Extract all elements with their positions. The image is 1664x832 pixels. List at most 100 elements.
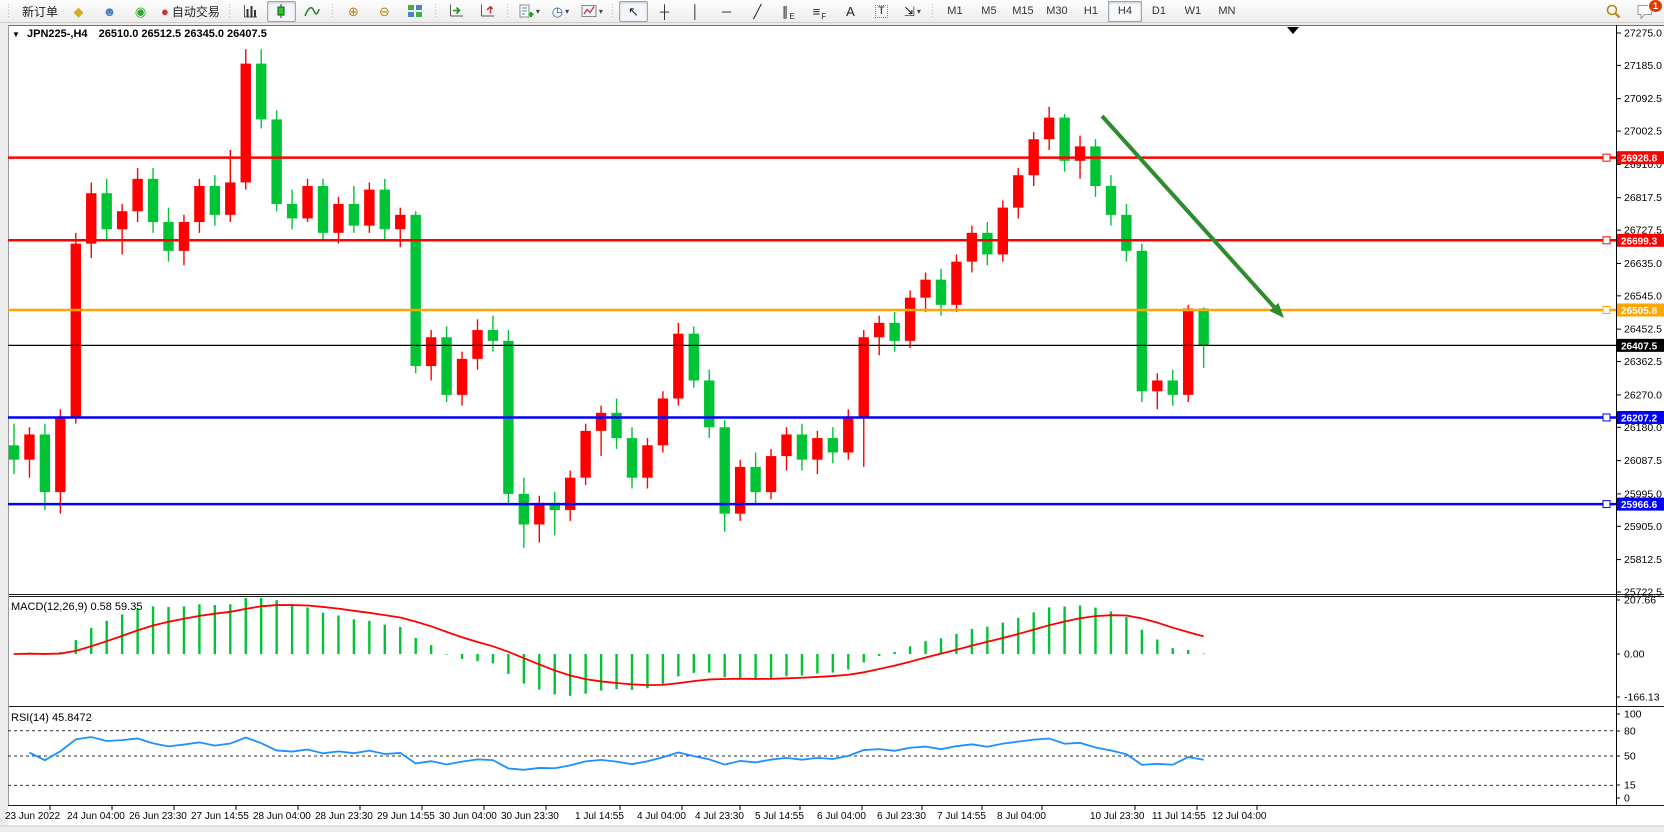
level-handle[interactable] [1603, 154, 1610, 161]
candle [86, 193, 96, 243]
candle [210, 186, 220, 215]
timeframe-h4-button[interactable]: H4 [1108, 1, 1142, 22]
svg-text:26270.0: 26270.0 [1624, 389, 1662, 401]
svg-text:30 Jun 04:00: 30 Jun 04:00 [439, 811, 497, 822]
shapes-icon[interactable]: ⇲▾ [898, 1, 927, 22]
tile-windows-icon[interactable] [401, 1, 430, 22]
collapse-chart-icon[interactable]: ▼ [12, 30, 20, 39]
candle [1183, 308, 1193, 394]
candle [194, 186, 204, 222]
svg-text:26452.5: 26452.5 [1624, 324, 1662, 336]
candle [1152, 380, 1162, 391]
macd-label: MACD(12,26,9) 0.58 59.35 [11, 601, 142, 613]
level-handle[interactable] [1603, 501, 1610, 508]
signals-icon[interactable]: ◉ [126, 1, 155, 22]
macd-histogram-bar [492, 654, 494, 663]
macd-histogram-bar [461, 654, 463, 659]
candle [1198, 308, 1208, 345]
level-handle[interactable] [1603, 237, 1610, 244]
candle [920, 280, 930, 298]
svg-text:207.66: 207.66 [1624, 595, 1656, 607]
chart-canvas[interactable]: ▼ JPN225-,H4 26510.0 26512.5 26345.0 264… [0, 23, 1664, 832]
svg-text:0: 0 [1624, 793, 1630, 805]
macd-histogram-bar [214, 605, 216, 654]
macd-histogram-bar [785, 654, 787, 676]
svg-text:4 Jul 04:00: 4 Jul 04:00 [637, 811, 686, 822]
timeframe-m5-button[interactable]: M5 [972, 1, 1006, 22]
bar-chart-icon[interactable] [236, 1, 265, 22]
label-icon[interactable]: T [867, 1, 896, 22]
candle [411, 215, 421, 366]
timeframe-m1-button[interactable]: M1 [938, 1, 972, 22]
timeframe-h1-button[interactable]: H1 [1074, 1, 1108, 22]
indicators-icon[interactable]: ▾ [514, 1, 544, 22]
channel-icon[interactable]: ∥E [774, 1, 803, 22]
crosshair-icon[interactable]: ┼ [650, 1, 679, 22]
macd-histogram-bar [724, 654, 726, 677]
candle [1044, 118, 1054, 140]
templates-icon[interactable]: ▾ [577, 1, 607, 22]
chart-shift-icon[interactable] [473, 1, 502, 22]
macd-histogram-bar [245, 598, 247, 654]
macd-histogram-bar [801, 654, 803, 676]
macd-histogram-bar [198, 604, 200, 654]
candle [627, 438, 637, 478]
toolbar-grip [7, 4, 11, 19]
candle [380, 190, 390, 230]
candle [55, 416, 65, 492]
macd-histogram-bar [1033, 612, 1035, 654]
macd-histogram-bar [1156, 639, 1158, 654]
fibonacci-icon[interactable]: ≡F [805, 1, 834, 22]
periods-icon[interactable]: ◷▾ [546, 1, 575, 22]
macd-histogram-bar [476, 654, 478, 661]
macd-histogram-bar [167, 607, 169, 654]
cursor-icon[interactable]: ↖ [619, 1, 648, 22]
trendline-icon[interactable]: ╱ [743, 1, 772, 22]
macd-histogram-bar [940, 638, 942, 654]
timeframe-mn-button[interactable]: MN [1210, 1, 1244, 22]
macd-histogram-bar [1017, 618, 1019, 654]
svg-text:26545.0: 26545.0 [1624, 290, 1662, 302]
candle [580, 431, 590, 478]
candlestick-chart-icon[interactable] [267, 1, 296, 22]
level-handle[interactable] [1603, 414, 1610, 421]
candle [519, 494, 529, 525]
svg-text:4 Jul 23:30: 4 Jul 23:30 [695, 811, 744, 822]
macd-histogram-bar [708, 654, 710, 673]
zoom-out-icon[interactable]: ⊖ [370, 1, 399, 22]
macd-histogram-bar [1048, 607, 1050, 654]
timeframe-m30-button[interactable]: M30 [1040, 1, 1074, 22]
macd-histogram-bar [106, 621, 108, 654]
main-toolbar: 新订单◆☻◉●自动交易 ⊕⊖ ▾◷▾▾ ↖┼│─╱∥E≡FAT⇲▾ M1M5M15M30… [0, 0, 1664, 23]
macd-histogram-bar [971, 629, 973, 654]
vertical-line-icon[interactable]: │ [681, 1, 710, 22]
profiles-icon[interactable]: ◆ [64, 1, 93, 22]
horizontal-line-icon[interactable]: ─ [712, 1, 741, 22]
autotrading-button[interactable]: ●自动交易 [157, 1, 224, 22]
candle [766, 456, 776, 492]
macd-histogram-bar [816, 654, 818, 674]
timeframe-d1-button[interactable]: D1 [1142, 1, 1176, 22]
macd-histogram-bar [1063, 607, 1065, 654]
svg-text:27275.0: 27275.0 [1624, 28, 1662, 40]
auto-scroll-icon[interactable] [442, 1, 471, 22]
level-handle[interactable] [1603, 306, 1610, 313]
zoom-in-icon[interactable]: ⊕ [339, 1, 368, 22]
timeframe-w1-button[interactable]: W1 [1176, 1, 1210, 22]
svg-text:8 Jul 04:00: 8 Jul 04:00 [997, 811, 1046, 822]
svg-text:26699.3: 26699.3 [1621, 236, 1658, 247]
candle [642, 445, 652, 477]
new-order-button[interactable]: 新订单 [15, 1, 62, 22]
macd-histogram-bar [832, 654, 834, 673]
macd-histogram-bar [847, 654, 849, 670]
market-watch-icon[interactable]: ☻ [95, 1, 124, 22]
candle [534, 503, 544, 525]
chart-symbol-timeframe: JPN225-,H4 [27, 28, 88, 40]
search-icon[interactable] [1599, 1, 1628, 22]
svg-text:80: 80 [1624, 726, 1636, 738]
text-icon[interactable]: A [836, 1, 865, 22]
timeframe-m15-button[interactable]: M15 [1006, 1, 1040, 22]
line-chart-icon[interactable] [298, 1, 327, 22]
notifications-icon[interactable]: 1 [1630, 1, 1659, 22]
macd-histogram-bar [863, 654, 865, 662]
